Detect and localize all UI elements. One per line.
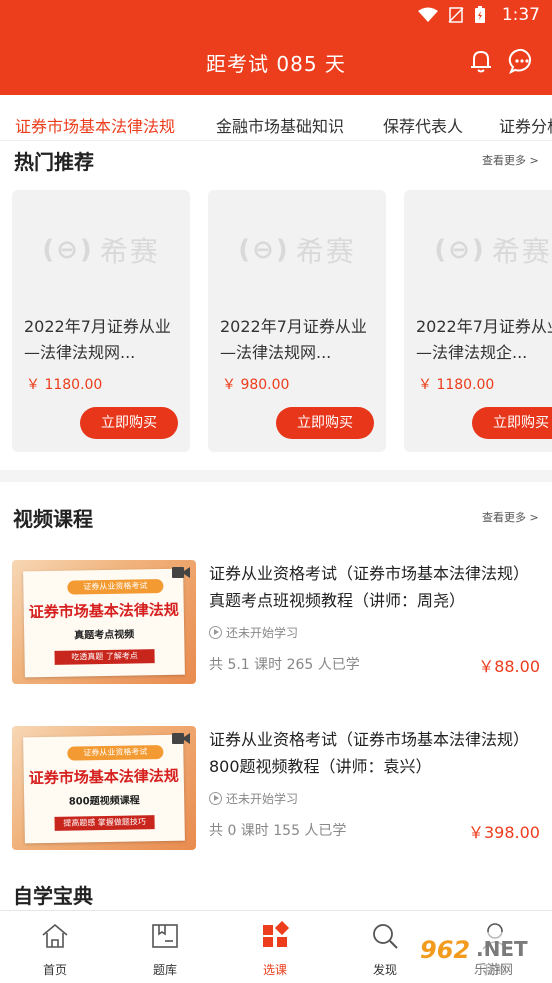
product-title: 2022年7月证券从业—法律法规网... xyxy=(220,317,367,362)
play-icon xyxy=(209,792,222,805)
product-title: 2022年7月证券从业—法律法规企... xyxy=(416,317,552,362)
course-meta: 共 0 课时 155 人已学 xyxy=(209,823,347,839)
product-price: ￥ 1180.00 xyxy=(26,377,103,393)
xisai-logo: (⊖) 希赛 xyxy=(42,235,160,268)
buy-now-button[interactable]: 立即购买 xyxy=(276,407,374,439)
video-see-more-link[interactable]: 查看更多 > xyxy=(482,509,539,525)
status-bar: 1:37 xyxy=(0,0,552,32)
hot-see-more-link[interactable]: 查看更多 > xyxy=(482,152,539,168)
course-price: ￥398.00 xyxy=(468,823,540,842)
status-icons xyxy=(418,6,486,24)
title-bar: 距考试 085 天 xyxy=(0,44,552,80)
book-icon xyxy=(152,924,178,948)
play-icon xyxy=(209,626,222,639)
bell-icon[interactable] xyxy=(466,46,496,76)
nav-question-bank[interactable]: 题库 xyxy=(110,911,220,983)
xisai-logo: (⊖) 希赛 xyxy=(238,235,356,268)
product-card[interactable]: (⊖) 希赛 2022年7月证券从业—法律法规网... ￥ 1180.00 立即购… xyxy=(12,190,190,452)
battery-icon xyxy=(475,6,485,23)
svg-text:962: 962 xyxy=(420,936,470,964)
no-signal-icon xyxy=(448,7,464,23)
search-icon xyxy=(373,924,398,949)
course-item[interactable]: 证券从业资格考试 证券市场基本法律法规 真题考点视频 吃透真题 了解考点 证券从… xyxy=(12,560,540,684)
course-status: 还未开始学习 xyxy=(209,790,298,807)
course-title: 证券从业资格考试（证券市场基本法律法规）800题视频教程（讲师：袁兴） xyxy=(209,730,530,776)
course-meta: 共 5.1 课时 265 人已学 xyxy=(209,657,360,673)
course-price: ￥88.00 xyxy=(478,657,540,676)
product-price: ￥ 1180.00 xyxy=(418,377,495,393)
nav-home[interactable]: 首页 xyxy=(0,911,110,983)
course-thumbnail[interactable]: 证券从业资格考试 证券市场基本法律法规 800题视频课程 提高题感 掌握做题技巧 xyxy=(12,726,196,850)
course-status: 还未开始学习 xyxy=(209,624,298,641)
status-time: 1:37 xyxy=(501,5,540,25)
site-watermark-logo: 962 .NET 乐游网 xyxy=(414,932,544,978)
buy-now-button[interactable]: 立即购买 xyxy=(80,407,178,439)
product-card[interactable]: (⊖) 希赛 2022年7月证券从业—法律法规网... ￥ 980.00 立即购买 xyxy=(208,190,386,452)
svg-text:.NET: .NET xyxy=(476,937,528,961)
svg-text:乐游网: 乐游网 xyxy=(474,963,513,978)
wifi-icon xyxy=(418,7,438,22)
self-study-section-title: 自学宝典 xyxy=(13,884,93,908)
video-section-title: 视频课程 xyxy=(13,507,93,531)
tab-sponsor-rep[interactable]: 保荐代表人 xyxy=(383,113,463,137)
app-header: 1:37 距考试 085 天 xyxy=(0,0,552,95)
category-tabs: 证券市场基本法律法规 金融市场基础知识 保荐代表人 证券分析 xyxy=(0,95,552,141)
tab-securities-law[interactable]: 证券市场基本法律法规 xyxy=(15,113,175,137)
home-icon xyxy=(42,923,68,948)
nav-courses[interactable]: 选课 xyxy=(220,911,330,983)
section-divider xyxy=(0,470,552,482)
buy-now-button[interactable]: 立即购买 xyxy=(472,407,552,439)
tab-securities-analysis[interactable]: 证券分析 xyxy=(499,113,552,137)
video-camera-icon xyxy=(172,733,190,744)
course-title: 证券从业资格考试（证券市场基本法律法规）真题考点班视频教程（讲师：周尧） xyxy=(209,564,530,610)
chat-icon[interactable] xyxy=(507,46,537,76)
product-card[interactable]: (⊖) 希赛 2022年7月证券从业—法律法规企... ￥ 1180.00 立即购… xyxy=(404,190,552,452)
hot-section-title: 热门推荐 xyxy=(14,150,94,174)
video-camera-icon xyxy=(172,567,190,578)
course-item[interactable]: 证券从业资格考试 证券市场基本法律法规 800题视频课程 提高题感 掌握做题技巧… xyxy=(12,726,540,850)
course-grid-icon xyxy=(263,921,290,947)
tab-financial-market[interactable]: 金融市场基础知识 xyxy=(216,113,344,137)
course-thumbnail[interactable]: 证券从业资格考试 证券市场基本法律法规 真题考点视频 吃透真题 了解考点 xyxy=(12,560,196,684)
xisai-logo: (⊖) 希赛 xyxy=(434,235,552,268)
product-price: ￥ 980.00 xyxy=(222,377,290,393)
product-title: 2022年7月证券从业—法律法规网... xyxy=(24,317,171,362)
